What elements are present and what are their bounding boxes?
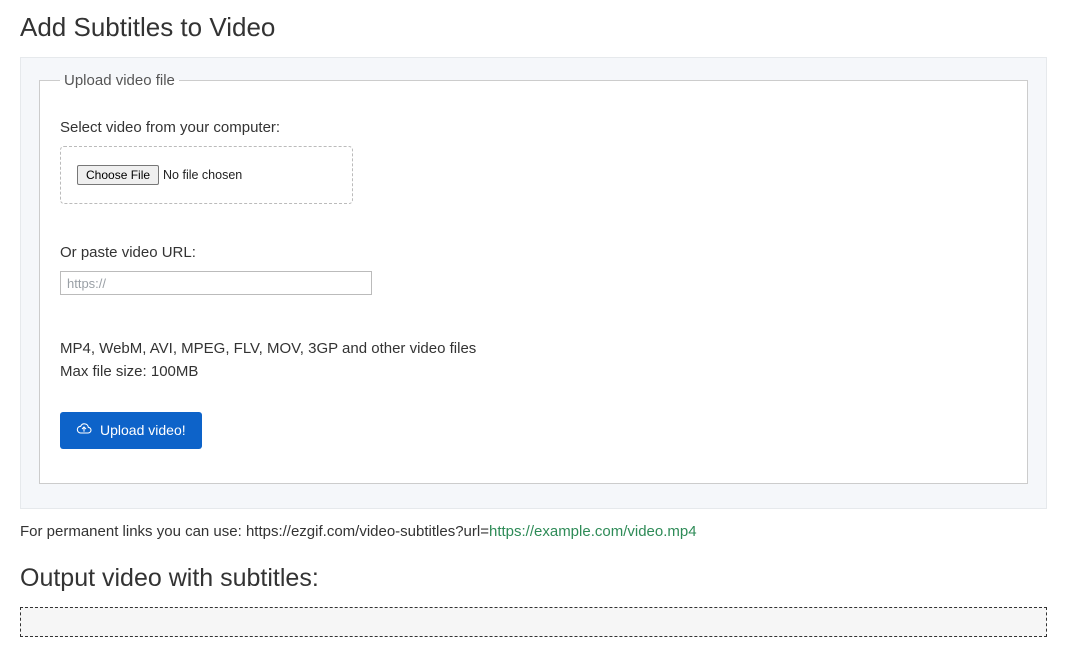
video-url-input[interactable] — [60, 271, 372, 295]
permalink-prefix: For permanent links you can use: https:/… — [20, 523, 489, 540]
select-video-label: Select video from your computer: — [60, 119, 1007, 136]
choose-file-button[interactable]: Choose File — [77, 165, 159, 185]
output-heading: Output video with subtitles: — [20, 564, 1047, 593]
maxsize-text: Max file size: 100MB — [60, 360, 1007, 383]
upload-panel: Upload video file Select video from your… — [20, 57, 1047, 509]
file-status-text: No file chosen — [163, 168, 242, 182]
formats-text: MP4, WebM, AVI, MPEG, FLV, MOV, 3GP and … — [60, 337, 1007, 360]
upload-legend: Upload video file — [60, 72, 179, 89]
upload-video-button[interactable]: Upload video! — [60, 412, 202, 449]
upload-button-label: Upload video! — [100, 422, 186, 438]
file-drop-zone[interactable]: Choose File No file chosen — [60, 146, 353, 204]
upload-fieldset: Upload video file Select video from your… — [39, 72, 1028, 484]
upload-hints: MP4, WebM, AVI, MPEG, FLV, MOV, 3GP and … — [60, 337, 1007, 384]
paste-url-label: Or paste video URL: — [60, 244, 1007, 261]
cloud-upload-icon — [76, 421, 92, 440]
output-placeholder — [20, 607, 1047, 637]
permalink-hint: For permanent links you can use: https:/… — [20, 523, 1047, 540]
permalink-example-link[interactable]: https://example.com/video.mp4 — [489, 523, 697, 540]
page-title: Add Subtitles to Video — [20, 12, 1047, 43]
